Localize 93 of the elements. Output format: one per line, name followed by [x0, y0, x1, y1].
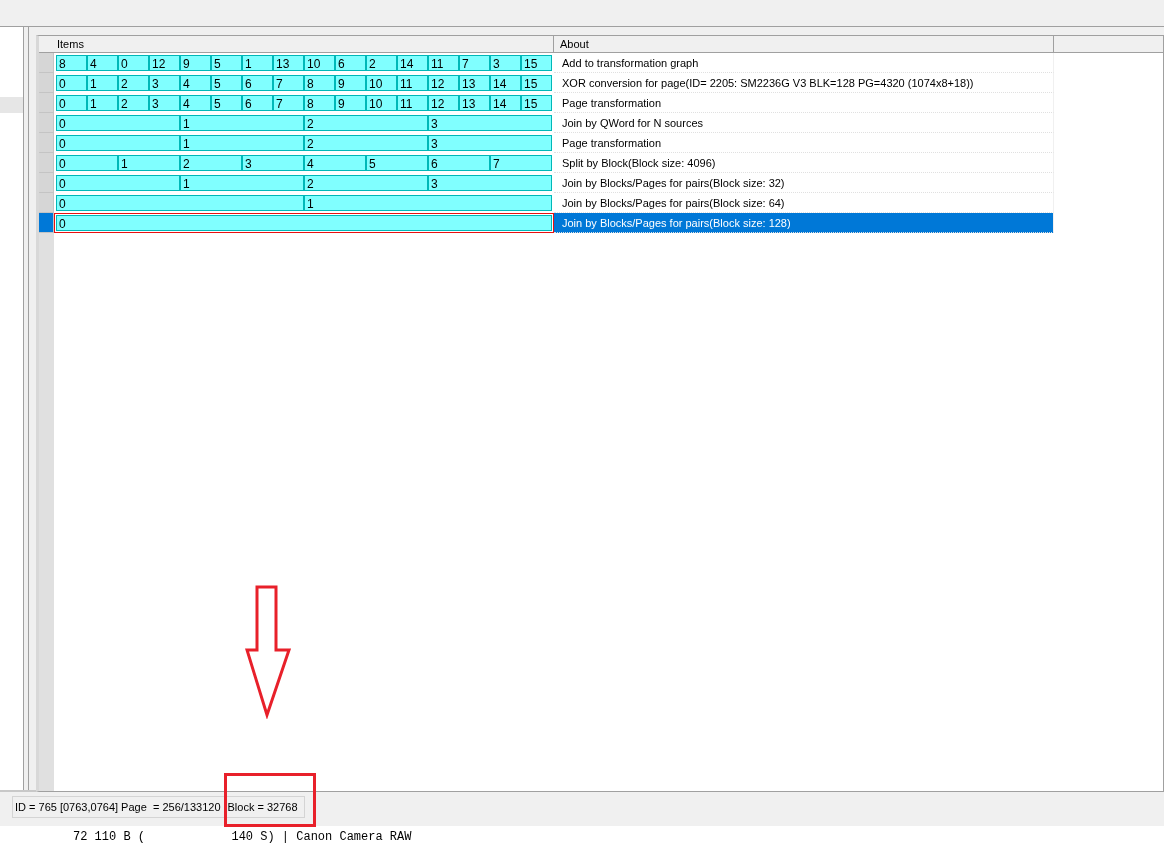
item-segment: 0 — [56, 175, 180, 191]
item-segment: 7 — [459, 55, 490, 71]
item-segment: 5 — [211, 95, 242, 111]
item-segment: 14 — [490, 75, 521, 91]
item-segment: 10 — [366, 75, 397, 91]
item-segment: 0 — [118, 55, 149, 71]
item-segment: 4 — [180, 95, 211, 111]
item-segment: 3 — [428, 175, 552, 191]
table-cell: Join by Blocks/Pages for pairs(Block size: 128) — [554, 213, 1054, 233]
item-segment: 5 — [211, 55, 242, 71]
item-segment: 1 — [87, 75, 118, 91]
item-segment: 13 — [459, 95, 490, 111]
item-segment: 15 — [521, 95, 552, 111]
row-selector[interactable] — [39, 133, 54, 153]
item-segment: 11 — [397, 75, 428, 91]
item-segment: 1 — [180, 175, 304, 191]
row-selector[interactable] — [39, 113, 54, 133]
item-segment: 8 — [304, 95, 335, 111]
item-segment: 0 — [56, 115, 180, 131]
item-segment: 15 — [521, 75, 552, 91]
row-selector[interactable] — [39, 93, 54, 113]
item-segment: 11 — [397, 95, 428, 111]
item-segment: 1 — [180, 115, 304, 131]
row-selector[interactable] — [39, 213, 54, 233]
item-segment: 7 — [273, 75, 304, 91]
item-segment: 1 — [118, 155, 180, 171]
item-segment: 6 — [242, 75, 273, 91]
item-segment: 2 — [180, 155, 242, 171]
item-segment: 9 — [335, 75, 366, 91]
row-selector[interactable] — [39, 53, 54, 73]
table-cell: Join by QWord for N sources — [554, 113, 1054, 133]
table-cell: Add to transformation graph — [554, 53, 1054, 73]
item-segment: 8 — [304, 75, 335, 91]
item-segment: 3 — [149, 75, 180, 91]
row-selector[interactable] — [39, 193, 54, 213]
item-segment: 0 — [56, 195, 304, 211]
log-line: 72 110 B ( 140 S) | Canon Camera RAW — [73, 830, 412, 844]
item-segment: 4 — [87, 55, 118, 71]
item-segment: 1 — [304, 195, 552, 211]
item-segment: 3 — [149, 95, 180, 111]
item-segment: 5 — [211, 75, 242, 91]
item-segment: 0 — [56, 75, 87, 91]
item-segment: 2 — [304, 135, 428, 151]
item-segment: 7 — [273, 95, 304, 111]
row-selector[interactable] — [39, 173, 54, 193]
table-cell: Split by Block(Block size: 4096) — [554, 153, 1054, 173]
row-selector[interactable] — [39, 153, 54, 173]
item-segment: 12 — [428, 95, 459, 111]
item-segment: 4 — [180, 75, 211, 91]
item-segment: 1 — [87, 95, 118, 111]
item-segment: 7 — [490, 155, 552, 171]
status-text: Block = 32768 — [227, 801, 298, 813]
status-text: ID = 765 [0763,0764] Page = 256/133120 — [15, 801, 221, 813]
item-segment: 6 — [335, 55, 366, 71]
item-segment: 12 — [149, 55, 180, 71]
column-header[interactable]: About — [554, 36, 1054, 52]
item-segment: 0 — [56, 135, 180, 151]
item-segment: 12 — [428, 75, 459, 91]
item-segment: 4 — [304, 155, 366, 171]
item-segment: 2 — [118, 95, 149, 111]
table-cell: Page transformation — [554, 93, 1054, 113]
item-segment: 10 — [304, 55, 335, 71]
item-segment: 1 — [242, 55, 273, 71]
item-segment: 11 — [428, 55, 459, 71]
item-segment: 3 — [242, 155, 304, 171]
item-segment: 13 — [459, 75, 490, 91]
item-segment: 3 — [428, 115, 552, 131]
item-segment: 2 — [118, 75, 149, 91]
table-cell: Join by Blocks/Pages for pairs(Block size: 32) — [554, 173, 1054, 193]
item-segment: 5 — [366, 155, 428, 171]
item-segment: 2 — [366, 55, 397, 71]
table-cell: XOR conversion for page(ID= 2205: SM2236G V3 BLK=128 PG=4320 (1074x8+18)) — [554, 73, 1054, 93]
item-segment: 1 — [180, 135, 304, 151]
item-segment: 2 — [304, 115, 428, 131]
column-header[interactable]: Items — [54, 36, 554, 52]
item-segment: 14 — [490, 95, 521, 111]
row-selector[interactable] — [39, 73, 54, 93]
item-segment: 10 — [366, 95, 397, 111]
table-cell: Page transformation — [554, 133, 1054, 153]
item-segment: 14 — [397, 55, 428, 71]
item-segment: 2 — [304, 175, 428, 191]
item-segment: 0 — [56, 215, 552, 231]
item-segment: 8 — [56, 55, 87, 71]
item-segment: 3 — [428, 135, 552, 151]
item-segment: 9 — [335, 95, 366, 111]
item-segment: 0 — [56, 155, 118, 171]
item-segment: 15 — [521, 55, 552, 71]
item-segment: 6 — [242, 95, 273, 111]
item-segment: 6 — [428, 155, 490, 171]
item-segment: 3 — [490, 55, 521, 71]
item-segment: 0 — [56, 95, 87, 111]
item-segment: 13 — [273, 55, 304, 71]
item-segment: 9 — [180, 55, 211, 71]
